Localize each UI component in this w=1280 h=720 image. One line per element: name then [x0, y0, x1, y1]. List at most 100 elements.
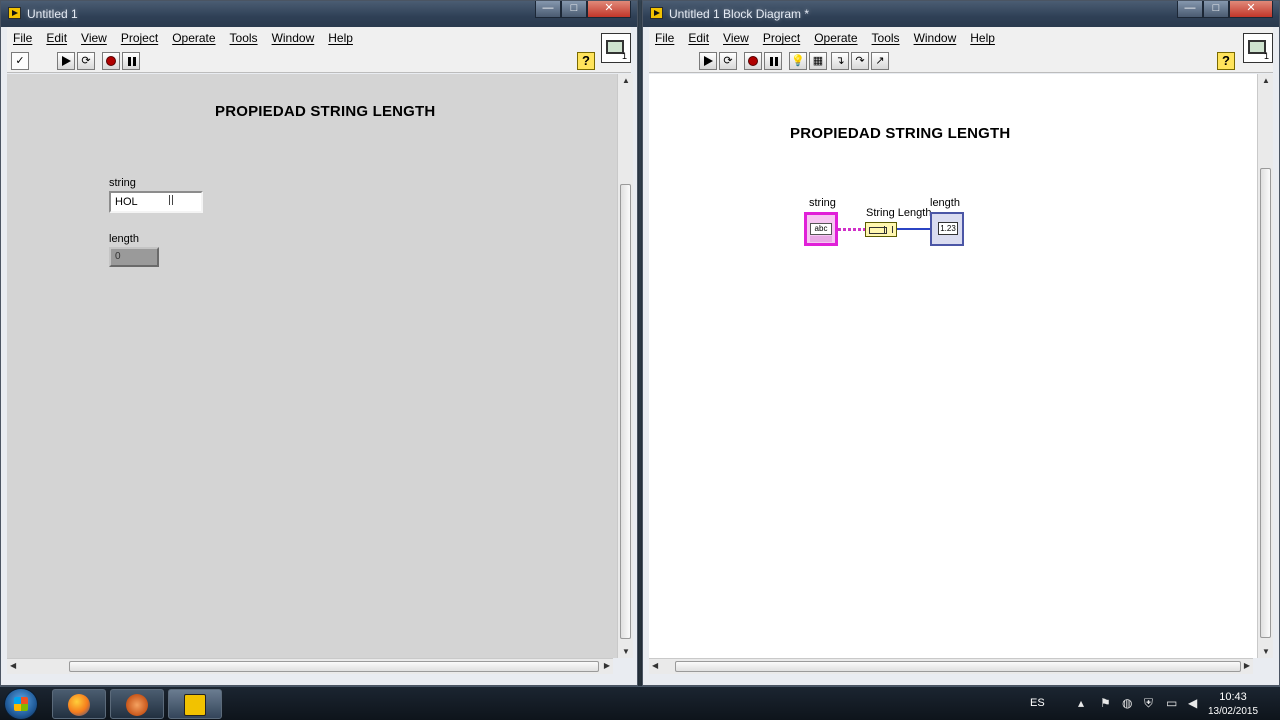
maximize-button[interactable]: □ [561, 1, 587, 18]
vi-icon[interactable] [1243, 33, 1273, 63]
string-wire[interactable] [838, 228, 866, 231]
start-button[interactable] [4, 688, 38, 720]
menu-file[interactable]: File [655, 31, 674, 45]
taskbar: ES ▴ ⚑ ◍ ⛨ ▭ ◀ 10:43 13/02/2015 [0, 686, 1280, 720]
scroll-right-icon[interactable]: ▶ [604, 661, 610, 670]
string-length-function[interactable] [865, 222, 897, 237]
context-help-icon[interactable]: ? [577, 52, 595, 70]
string-terminal-glyph: abc [810, 223, 832, 235]
string-terminal[interactable]: abc [804, 212, 838, 246]
step-over-icon[interactable]: ↷ [851, 52, 869, 70]
length-terminal-glyph: 1.23 [938, 222, 958, 235]
menu-file[interactable]: File [13, 31, 32, 45]
block-diagram-canvas[interactable]: PROPIEDAD STRING LENGTH string abc Strin… [649, 74, 1257, 658]
labview-icon [184, 694, 206, 716]
window-title: Untitled 1 Block Diagram * [669, 7, 810, 21]
taskbar-app[interactable] [110, 689, 164, 719]
menu-project[interactable]: Project [763, 31, 800, 45]
retain-wire-values-icon[interactable]: ▦ [809, 52, 827, 70]
vertical-scrollbar[interactable]: ▲ ▼ [1257, 74, 1273, 658]
bear-paw-icon [126, 694, 148, 716]
vertical-scrollbar[interactable]: ▲ ▼ [617, 74, 633, 658]
horizontal-scroll-thumb[interactable] [675, 661, 1241, 672]
horizontal-scrollbar[interactable]: ◀ ▶ [7, 658, 613, 674]
maximize-button[interactable]: □ [1203, 1, 1229, 18]
vi-icon[interactable] [601, 33, 631, 63]
front-panel-window: Untitled 1 — □ ✕ File Edit View Project … [0, 0, 638, 686]
horizontal-scroll-thumb[interactable] [69, 661, 599, 672]
length-indicator: 0 [109, 247, 159, 267]
shield-icon[interactable]: ⛨ [1144, 696, 1153, 711]
highlight-execution-icon[interactable]: 💡 [789, 52, 807, 70]
menubar: File Edit View Project Operate Tools Win… [649, 27, 1273, 49]
step-into-icon[interactable]: ↴ [831, 52, 849, 70]
block-diagram-titlebar[interactable]: Untitled 1 Block Diagram * — □ ✕ [643, 1, 1279, 27]
vertical-scroll-thumb[interactable] [1260, 168, 1271, 638]
scroll-down-icon[interactable]: ▼ [1262, 647, 1270, 656]
menu-window[interactable]: Window [272, 31, 315, 45]
menu-window[interactable]: Window [914, 31, 957, 45]
string-terminal-label: string [809, 197, 836, 209]
show-hidden-icons-icon[interactable]: ▴ [1078, 696, 1084, 710]
run-continuously-icon[interactable]: ⟳ [77, 52, 95, 70]
page-title: PROPIEDAD STRING LENGTH [215, 103, 436, 120]
length-indicator-label: length [109, 233, 139, 245]
labview-app-icon [650, 7, 663, 19]
abort-icon[interactable] [744, 52, 762, 70]
menu-tools[interactable]: Tools [230, 31, 258, 45]
string-control-input[interactable]: HOL [109, 191, 203, 213]
scroll-down-icon[interactable]: ▼ [622, 647, 630, 656]
close-button[interactable]: ✕ [587, 1, 631, 18]
scroll-left-icon[interactable]: ◀ [10, 661, 16, 670]
block-diagram-window: Untitled 1 Block Diagram * — □ ✕ File Ed… [642, 0, 1280, 686]
system-tray: ES ▴ ⚑ ◍ ⛨ ▭ ◀ 10:43 13/02/2015 [1020, 687, 1280, 720]
clock-time[interactable]: 10:43 [1206, 691, 1260, 703]
diagram-title: PROPIEDAD STRING LENGTH [790, 125, 1011, 142]
pause-icon[interactable] [122, 52, 140, 70]
labview-app-icon [8, 7, 21, 19]
front-panel-toolbar: ✓ ⟳ ? [7, 49, 631, 73]
clock-date[interactable]: 13/02/2015 [1206, 706, 1260, 717]
volume-icon[interactable]: ◀ [1188, 696, 1197, 710]
front-panel-titlebar[interactable]: Untitled 1 — □ ✕ [1, 1, 637, 27]
context-help-icon[interactable]: ? [1217, 52, 1235, 70]
flag-icon[interactable]: ⚑ [1100, 696, 1111, 710]
menu-operate[interactable]: Operate [814, 31, 857, 45]
minimize-button[interactable]: — [535, 1, 561, 18]
front-panel-canvas[interactable]: PROPIEDAD STRING LENGTH string HOL lengt… [7, 74, 617, 658]
menu-edit[interactable]: Edit [46, 31, 67, 45]
vertical-scroll-thumb[interactable] [620, 184, 631, 639]
menu-view[interactable]: View [81, 31, 107, 45]
minimize-button[interactable]: — [1177, 1, 1203, 18]
checkmark-icon[interactable]: ✓ [11, 52, 29, 70]
taskbar-firefox[interactable] [52, 689, 106, 719]
scroll-right-icon[interactable]: ▶ [1244, 661, 1250, 670]
window-title: Untitled 1 [27, 7, 78, 21]
length-terminal-label: length [930, 197, 960, 209]
menu-help[interactable]: Help [970, 31, 995, 45]
menu-help[interactable]: Help [328, 31, 353, 45]
menu-tools[interactable]: Tools [872, 31, 900, 45]
pause-icon[interactable] [764, 52, 782, 70]
scroll-left-icon[interactable]: ◀ [652, 661, 658, 670]
run-arrow-icon[interactable] [699, 52, 717, 70]
menu-operate[interactable]: Operate [172, 31, 215, 45]
abort-icon[interactable] [102, 52, 120, 70]
scroll-up-icon[interactable]: ▲ [1262, 76, 1270, 85]
run-continuously-icon[interactable]: ⟳ [719, 52, 737, 70]
menu-edit[interactable]: Edit [688, 31, 709, 45]
taskbar-labview[interactable] [168, 689, 222, 719]
network-icon[interactable]: ◍ [1122, 696, 1132, 710]
firefox-icon [68, 694, 90, 716]
menu-project[interactable]: Project [121, 31, 158, 45]
run-arrow-icon[interactable] [57, 52, 75, 70]
horizontal-scrollbar[interactable]: ◀ ▶ [649, 658, 1253, 674]
numeric-wire[interactable] [897, 228, 931, 230]
step-out-icon[interactable]: ↗ [871, 52, 889, 70]
scroll-up-icon[interactable]: ▲ [622, 76, 630, 85]
close-button[interactable]: ✕ [1229, 1, 1273, 18]
language-indicator[interactable]: ES [1030, 697, 1045, 709]
length-terminal[interactable]: 1.23 [930, 212, 964, 246]
display-icon[interactable]: ▭ [1166, 696, 1177, 710]
menu-view[interactable]: View [723, 31, 749, 45]
